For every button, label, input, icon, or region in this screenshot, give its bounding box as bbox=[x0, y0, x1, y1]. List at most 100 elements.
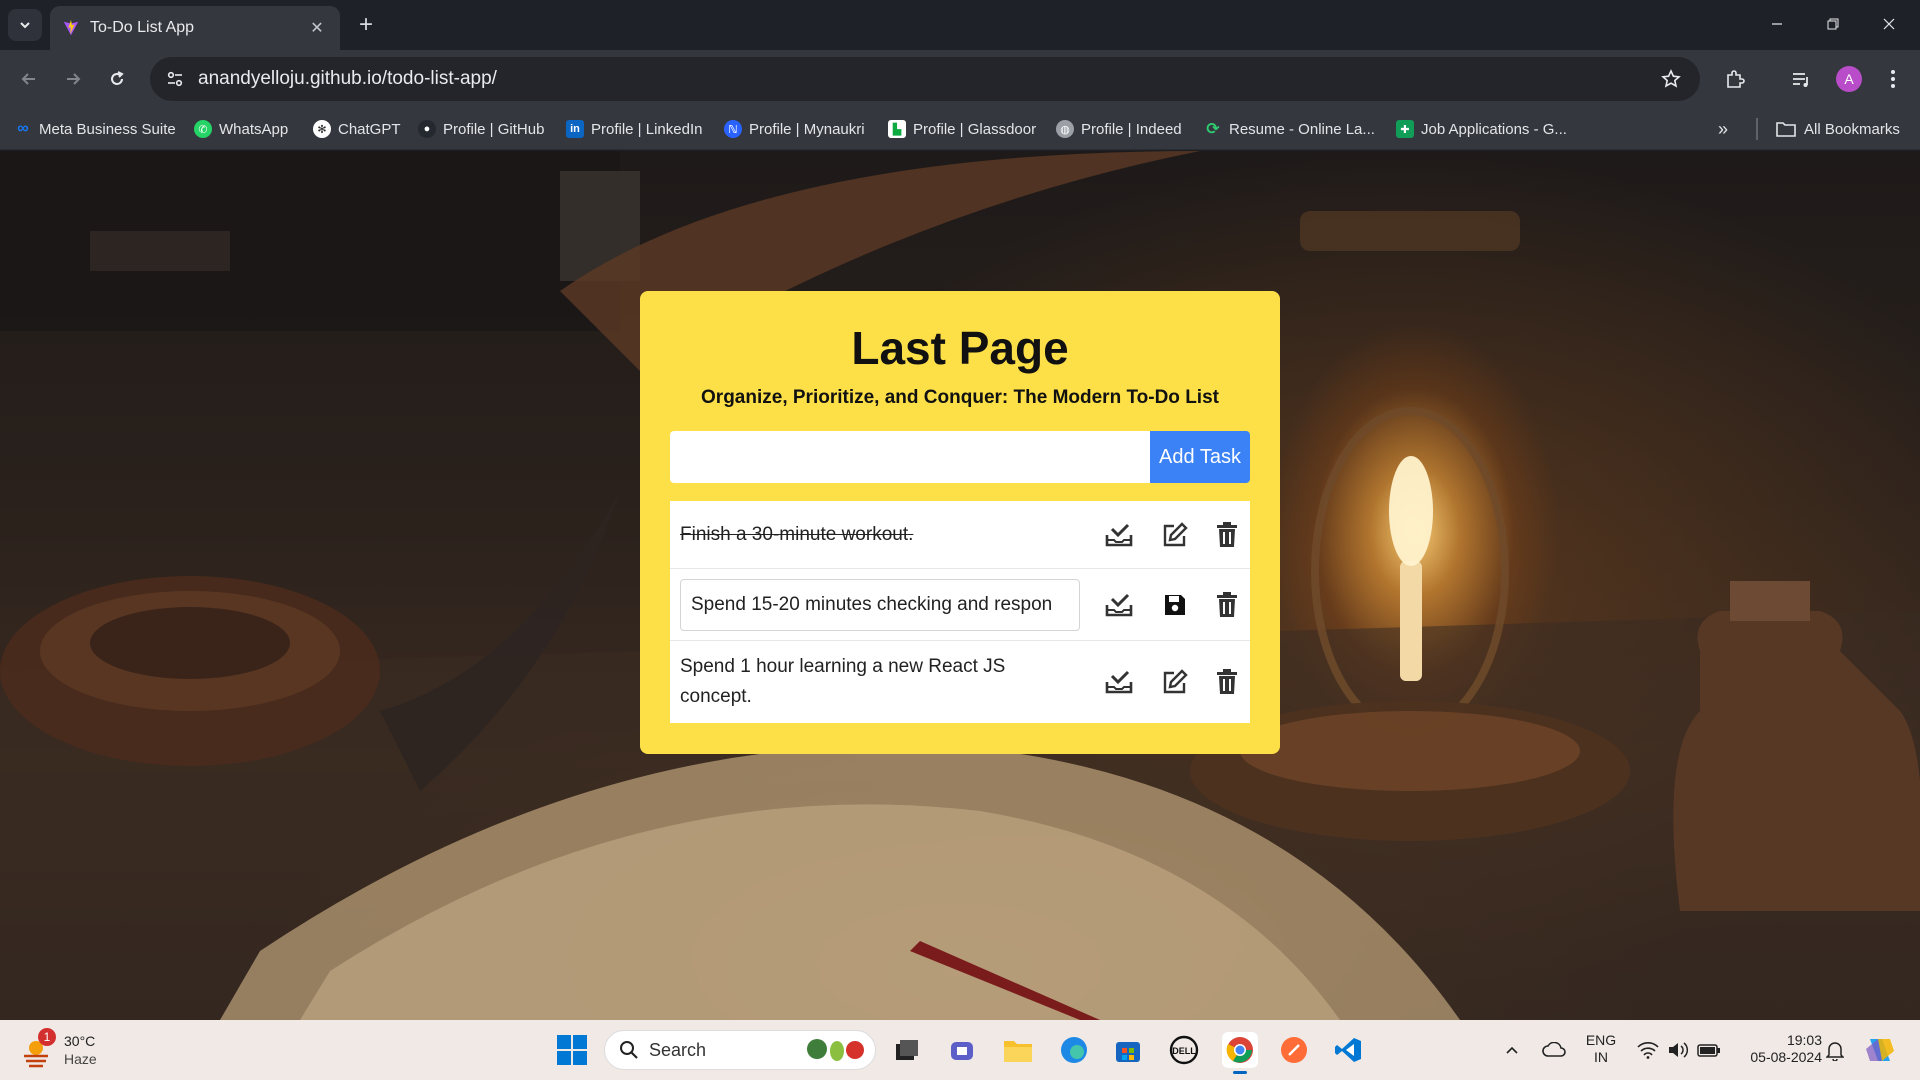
back-button[interactable] bbox=[14, 64, 44, 94]
copilot-button[interactable] bbox=[1862, 1034, 1898, 1066]
address-bar[interactable]: anandyelloju.github.io/todo-list-app/ bbox=[150, 57, 1700, 101]
taskbar-store[interactable] bbox=[1112, 1034, 1144, 1066]
task-actions bbox=[1104, 501, 1250, 568]
language-indicator[interactable]: ENG IN bbox=[1582, 1032, 1620, 1066]
active-app-indicator bbox=[1233, 1071, 1247, 1074]
profile-avatar[interactable]: A bbox=[1836, 66, 1862, 92]
start-button[interactable] bbox=[554, 1032, 590, 1068]
task-item: Finish a 30-minute workout. bbox=[670, 501, 1250, 569]
minimize-button[interactable] bbox=[1754, 6, 1800, 42]
bookmark-indeed[interactable]: ◍ Profile | Indeed bbox=[1056, 118, 1182, 140]
bookmark-github[interactable]: ● Profile | GitHub bbox=[418, 118, 544, 140]
task-input[interactable] bbox=[670, 431, 1150, 483]
chrome-icon bbox=[1226, 1037, 1253, 1063]
bookmark-label: Profile | GitHub bbox=[443, 120, 545, 138]
clock-time: 19:03 bbox=[1786, 1032, 1822, 1048]
close-window-button[interactable] bbox=[1866, 6, 1912, 42]
site-info-button[interactable] bbox=[158, 62, 192, 96]
star-icon bbox=[1661, 69, 1681, 88]
bookmark-label: Profile | Glassdoor bbox=[913, 120, 1037, 138]
whatsapp-icon: ✆ bbox=[194, 120, 212, 138]
bookmark-label: Resume - Online La... bbox=[1229, 120, 1375, 138]
bookmark-chatgpt[interactable]: ✻ ChatGPT bbox=[313, 118, 401, 140]
edit-icon bbox=[1163, 521, 1188, 546]
bookmark-label: Meta Business Suite bbox=[39, 120, 176, 138]
tab-search-button[interactable] bbox=[8, 9, 42, 41]
edit-task-button[interactable] bbox=[1160, 667, 1190, 697]
weather-widget[interactable]: 1 30°C Haze bbox=[20, 1028, 97, 1068]
task-edit-input[interactable]: Spend 15-20 minutes checking and respon bbox=[680, 578, 1080, 631]
bookmark-linkedin[interactable]: in Profile | LinkedIn bbox=[566, 118, 702, 140]
task-text: Finish a 30-minute workout. bbox=[680, 523, 914, 545]
taskbar-task-view[interactable] bbox=[890, 1034, 922, 1066]
delete-task-button[interactable] bbox=[1212, 590, 1242, 620]
notifications-button[interactable] bbox=[1822, 1038, 1848, 1064]
delete-task-button[interactable] bbox=[1212, 520, 1242, 550]
url-text: anandyelloju.github.io/todo-list-app/ bbox=[198, 68, 497, 89]
bookmark-resume[interactable]: ⟳ Resume - Online La... bbox=[1204, 118, 1375, 140]
windows-logo-icon bbox=[557, 1035, 587, 1065]
sheets-icon: ✚ bbox=[1396, 120, 1414, 138]
media-queue-icon bbox=[1793, 73, 1808, 87]
reload-button[interactable] bbox=[102, 64, 132, 94]
glassdoor-icon: ▙ bbox=[888, 120, 906, 138]
browser-menu-button[interactable] bbox=[1878, 64, 1908, 94]
bookmark-label: Job Applications - G... bbox=[1421, 120, 1567, 138]
bookmarks-overflow-button[interactable]: » bbox=[1718, 118, 1728, 140]
forward-button[interactable] bbox=[58, 64, 88, 94]
trash-icon bbox=[1217, 669, 1237, 694]
task-text: Spend 1 hour learning a new React JS con… bbox=[680, 656, 1006, 707]
delete-task-button[interactable] bbox=[1212, 667, 1242, 697]
task-view-icon bbox=[896, 1040, 918, 1060]
complete-task-button[interactable] bbox=[1104, 667, 1134, 697]
extensions-button[interactable] bbox=[1720, 64, 1750, 94]
folder-icon bbox=[1004, 1041, 1032, 1062]
task-item: Spend 1 hour learning a new React JS con… bbox=[670, 641, 1250, 723]
complete-task-button[interactable] bbox=[1104, 590, 1134, 620]
bookmark-mynaukri[interactable]: ℕ Profile | Mynaukri bbox=[724, 118, 865, 140]
bookmark-job-applications[interactable]: ✚ Job Applications - G... bbox=[1396, 118, 1567, 140]
globe-icon: ◍ bbox=[1056, 120, 1074, 138]
restore-icon bbox=[1827, 18, 1839, 30]
all-bookmarks-label: All Bookmarks bbox=[1804, 120, 1900, 138]
tab-title: To-Do List App bbox=[90, 19, 195, 36]
bookmark-star-button[interactable] bbox=[1654, 62, 1688, 96]
taskbar-vscode[interactable] bbox=[1332, 1034, 1364, 1066]
tray-overflow-button[interactable] bbox=[1500, 1038, 1524, 1062]
taskbar-file-explorer[interactable] bbox=[1002, 1034, 1034, 1066]
all-bookmarks-button[interactable]: All Bookmarks bbox=[1776, 118, 1900, 140]
chevron-down-icon bbox=[20, 22, 30, 29]
weather-desc: Haze bbox=[64, 1051, 97, 1067]
media-controls-button[interactable] bbox=[1786, 64, 1816, 94]
onedrive-button[interactable] bbox=[1540, 1038, 1568, 1062]
quick-settings-button[interactable] bbox=[1634, 1036, 1724, 1064]
tab-close-icon[interactable]: ✕ bbox=[306, 17, 328, 39]
taskbar-search[interactable]: Search bbox=[604, 1030, 876, 1070]
active-tab[interactable]: To-Do List App ✕ bbox=[50, 6, 340, 50]
app-subtitle: Organize, Prioritize, and Conquer: The M… bbox=[701, 387, 1219, 408]
bookmark-whatsapp[interactable]: ✆ WhatsApp bbox=[194, 118, 288, 140]
complete-task-button[interactable] bbox=[1104, 520, 1134, 550]
linkedin-icon: in bbox=[566, 120, 584, 138]
save-task-button[interactable] bbox=[1160, 590, 1190, 620]
task-list: Finish a 30-minute workout. Spend 15-20 … bbox=[670, 501, 1250, 723]
todo-card: Last Page Organize, Prioritize, and Conq… bbox=[640, 291, 1280, 754]
new-tab-button[interactable]: + bbox=[352, 11, 380, 39]
bookmark-meta-business-suite[interactable]: ∞ Meta Business Suite bbox=[14, 118, 176, 140]
clock[interactable]: 19:03 05-08-2024 bbox=[1732, 1032, 1822, 1066]
bookmark-glassdoor[interactable]: ▙ Profile | Glassdoor bbox=[888, 118, 1036, 140]
tab-strip: To-Do List App ✕ + bbox=[0, 0, 1920, 50]
restore-button[interactable] bbox=[1810, 6, 1856, 42]
taskbar-teams[interactable] bbox=[946, 1034, 978, 1066]
add-task-form: Add Task bbox=[670, 431, 1250, 483]
chatgpt-icon: ✻ bbox=[313, 120, 331, 138]
meta-icon: ∞ bbox=[17, 120, 29, 137]
inbox-check-icon bbox=[1105, 670, 1133, 694]
taskbar-dell[interactable]: DELL bbox=[1168, 1034, 1200, 1066]
add-task-button[interactable]: Add Task bbox=[1150, 431, 1250, 483]
edge-icon bbox=[1061, 1037, 1087, 1063]
edit-task-button[interactable] bbox=[1160, 520, 1190, 550]
taskbar-postman[interactable] bbox=[1278, 1034, 1310, 1066]
taskbar-chrome[interactable] bbox=[1222, 1032, 1258, 1074]
taskbar-edge[interactable] bbox=[1058, 1034, 1090, 1066]
